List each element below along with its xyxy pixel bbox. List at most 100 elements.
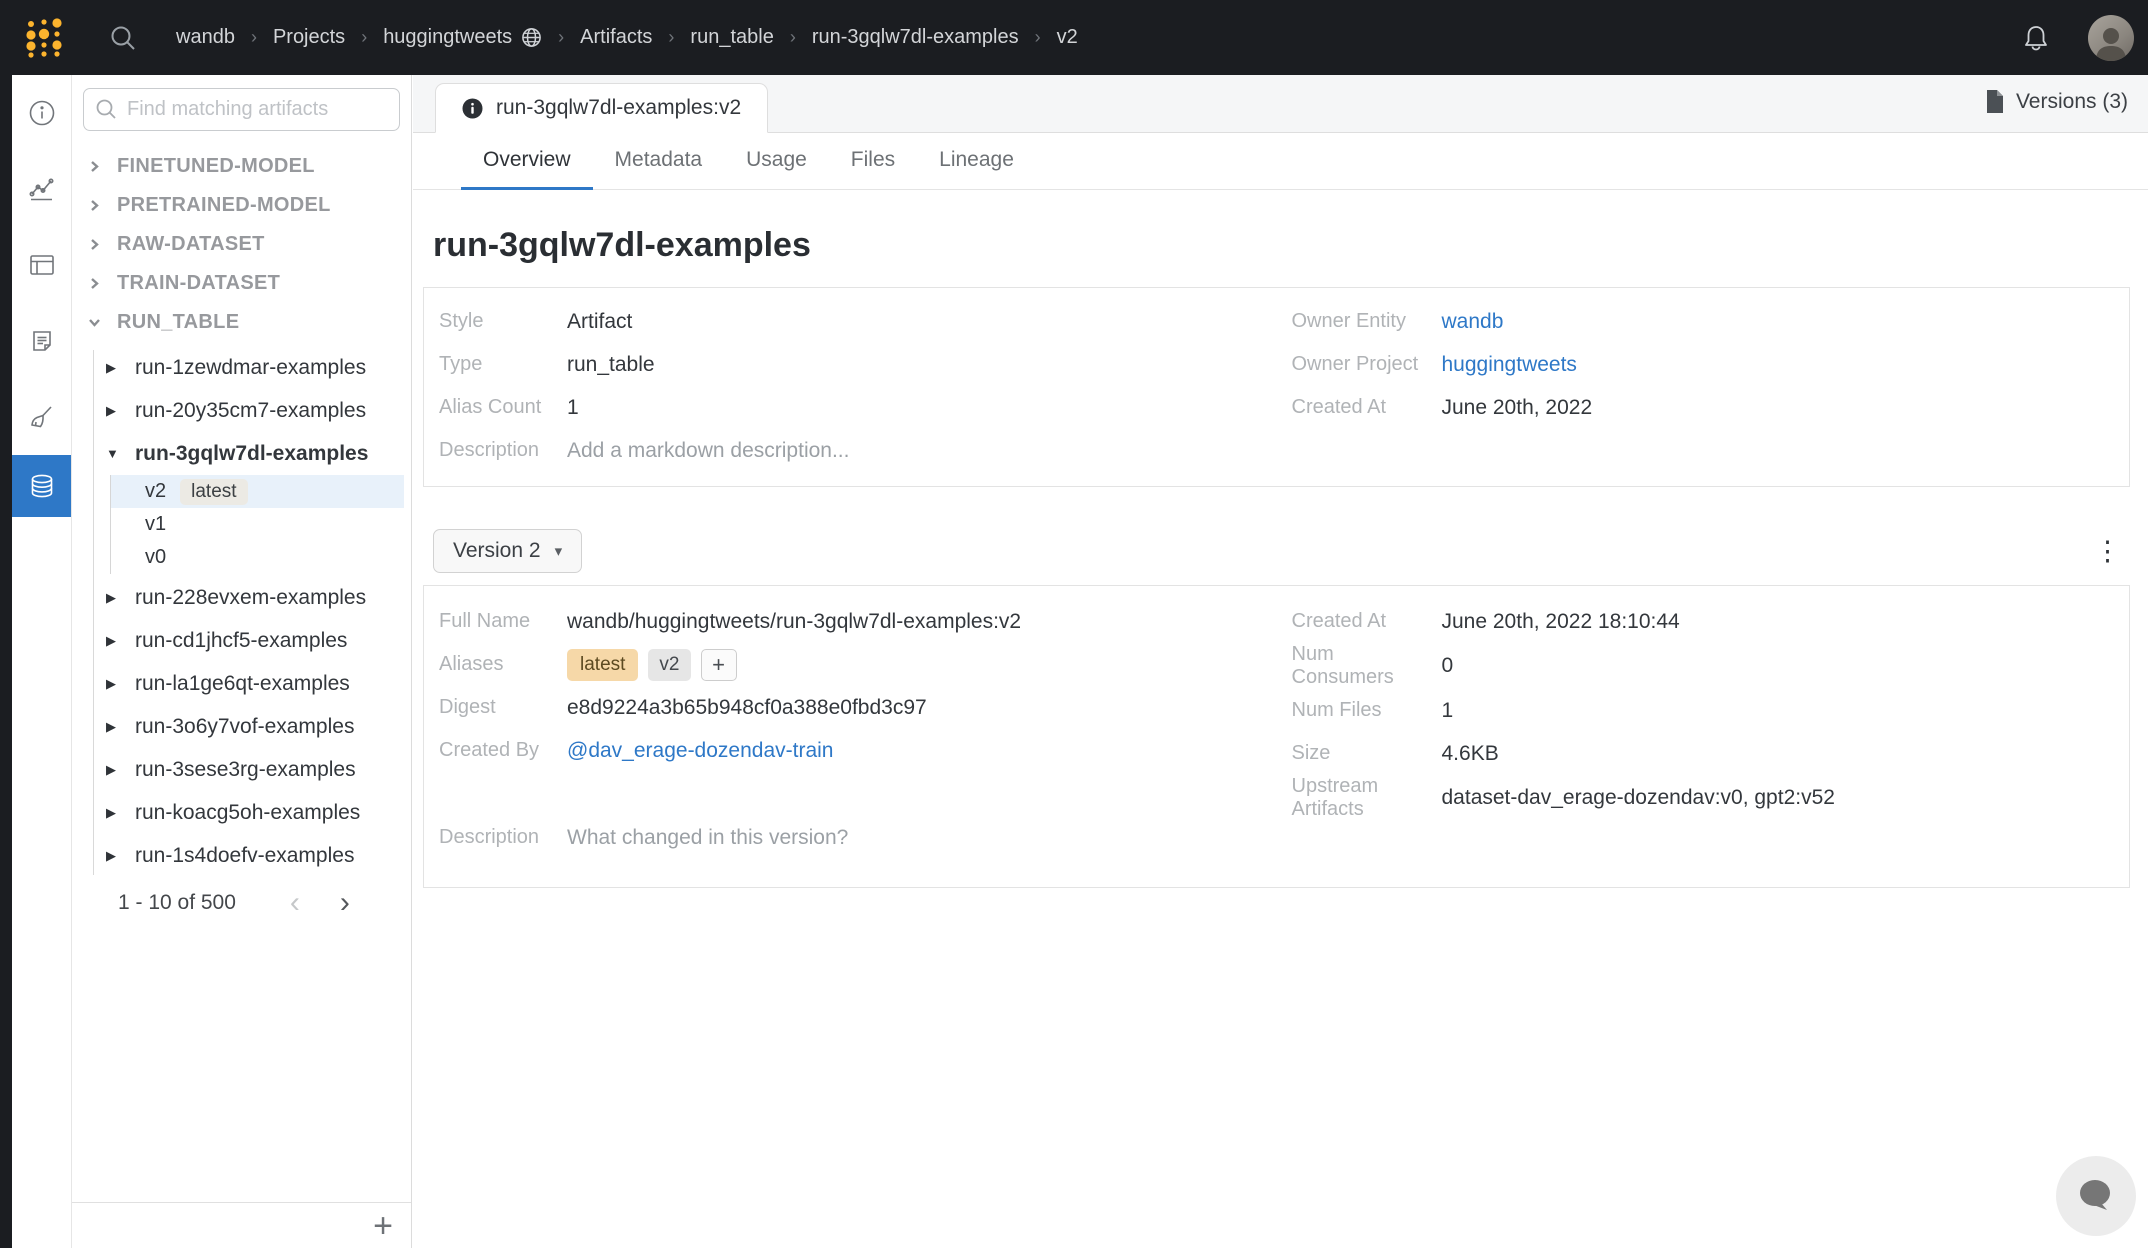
tree-run-3sese3rg[interactable]: ▶ run-3sese3rg-examples <box>72 748 411 791</box>
field-label: Aliases <box>439 653 567 676</box>
category-label: RUN_TABLE <box>117 311 239 334</box>
triangle-right-icon: ▶ <box>106 762 118 778</box>
tree-category-raw-dataset[interactable]: RAW-DATASET <box>72 225 411 264</box>
kebab-menu-icon[interactable]: ⋮ <box>2094 538 2116 564</box>
detail-tabs: Overview Metadata Usage Files Lineage <box>413 133 2148 190</box>
field-value: 1 <box>567 396 579 420</box>
alias-tag-latest[interactable]: latest <box>567 649 638 681</box>
artifact-tree: FINETUNED-MODEL PRETRAINED-MODEL RAW-DAT… <box>72 147 411 915</box>
rail-sweeps-icon[interactable] <box>12 379 71 455</box>
field-size: Size 4.6KB <box>1277 732 2130 775</box>
tab-usage[interactable]: Usage <box>724 133 829 190</box>
field-label: Description <box>439 439 567 462</box>
chevron-right-icon <box>87 159 102 174</box>
run-label: run-20y35cm7-examples <box>135 399 366 423</box>
versions-button[interactable]: Versions (3) <box>1985 89 2128 114</box>
field-value: 4.6KB <box>1442 742 1499 766</box>
breadcrumb-projects[interactable]: Projects <box>273 26 345 49</box>
artifact-browser-panel: FINETUNED-MODEL PRETRAINED-MODEL RAW-DAT… <box>72 75 412 1248</box>
field-num-consumers: Num Consumers 0 <box>1277 643 2130 689</box>
breadcrumb-project-label: huggingtweets <box>383 26 512 49</box>
field-value: June 20th, 2022 18:10:44 <box>1442 610 1680 634</box>
chevron-right-icon <box>87 237 102 252</box>
version-dropdown-button[interactable]: Version 2 ▾ <box>433 529 582 573</box>
tree-category-pretrained-model[interactable]: PRETRAINED-MODEL <box>72 186 411 225</box>
owner-project-link[interactable]: huggingtweets <box>1442 353 1577 377</box>
tree-run-1s4doefv[interactable]: ▶ run-1s4doefv-examples <box>72 834 411 877</box>
overview-content: run-3gqlw7dl-examples Style Artifact Typ… <box>413 226 2148 888</box>
pagination-next-icon[interactable]: › <box>340 893 350 913</box>
rail-charts-icon[interactable] <box>12 151 71 227</box>
tree-run-3o6y7vof[interactable]: ▶ run-3o6y7vof-examples <box>72 705 411 748</box>
field-value: June 20th, 2022 <box>1442 396 1593 420</box>
rail-reports-icon[interactable] <box>12 303 71 379</box>
tree-category-finetuned-model[interactable]: FINETUNED-MODEL <box>72 147 411 186</box>
run-label: run-koacg5oh-examples <box>135 801 360 825</box>
run-label: run-la1ge6qt-examples <box>135 672 350 696</box>
rail-info-icon[interactable] <box>12 75 71 151</box>
field-label: Owner Entity <box>1292 310 1442 333</box>
breadcrumb-artifact-type[interactable]: run_table <box>690 26 773 49</box>
breadcrumb-version[interactable]: v2 <box>1057 26 1078 49</box>
page-title: run-3gqlw7dl-examples <box>433 226 2130 265</box>
search-icon <box>94 97 118 121</box>
field-value: Artifact <box>567 310 632 334</box>
field-label: Created At <box>1292 610 1442 633</box>
tree-run-cd1jhcf5[interactable]: ▶ run-cd1jhcf5-examples <box>72 619 411 662</box>
created-by-link[interactable]: @dav_erage-dozendav-train <box>567 739 833 763</box>
tab-overview[interactable]: Overview <box>461 133 593 190</box>
tree-run-228evxem[interactable]: ▶ run-228evxem-examples <box>72 576 411 619</box>
rail-tables-icon[interactable] <box>12 227 71 303</box>
search-icon[interactable] <box>108 23 138 53</box>
digest-value: e8d9224a3b65b948cf0a388e0fbd3c97 <box>567 696 927 720</box>
add-artifact-button[interactable]: + <box>373 1211 393 1241</box>
breadcrumb-artifacts[interactable]: Artifacts <box>580 26 652 49</box>
tree-category-run-table[interactable]: RUN_TABLE <box>72 303 411 342</box>
breadcrumb: wandb › Projects › huggingtweets › Artif… <box>176 26 1078 49</box>
breadcrumb-project[interactable]: huggingtweets <box>383 26 542 49</box>
pagination-range: 1 - 10 of 500 <box>118 891 236 915</box>
pagination-prev-icon[interactable]: ‹ <box>290 893 300 913</box>
run-label: run-3sese3rg-examples <box>135 758 356 782</box>
panel-footer: + <box>72 1202 411 1248</box>
bell-icon[interactable] <box>2020 22 2052 54</box>
user-avatar[interactable] <box>2088 15 2134 61</box>
artifact-tab-label: run-3gqlw7dl-examples:v2 <box>496 96 741 120</box>
rail-artifacts-database-icon[interactable] <box>12 455 71 517</box>
triangle-down-icon: ▼ <box>106 446 118 461</box>
tab-files[interactable]: Files <box>829 133 917 190</box>
tree-run-la1ge6qt[interactable]: ▶ run-la1ge6qt-examples <box>72 662 411 705</box>
tree-run-20y35cm7[interactable]: ▶ run-20y35cm7-examples <box>72 389 411 432</box>
tree-run-1zewdmar[interactable]: ▶ run-1zewdmar-examples <box>72 346 411 389</box>
version-selector-bar: Version 2 ▾ ⋮ <box>423 529 2130 573</box>
tree-run-koacg5oh[interactable]: ▶ run-koacg5oh-examples <box>72 791 411 834</box>
run-label: run-1s4doefv-examples <box>135 844 354 868</box>
field-alias-count: Alias Count 1 <box>424 386 1277 429</box>
artifact-version-tab[interactable]: run-3gqlw7dl-examples:v2 <box>435 83 768 133</box>
owner-entity-link[interactable]: wandb <box>1442 310 1504 334</box>
version-row-v2[interactable]: v2 latest <box>111 475 404 508</box>
breadcrumb-artifact-name[interactable]: run-3gqlw7dl-examples <box>812 26 1019 49</box>
category-label: RAW-DATASET <box>117 233 265 256</box>
version-description-placeholder[interactable]: What changed in this version? <box>567 826 848 850</box>
version-row-v0[interactable]: v0 <box>111 541 404 574</box>
breadcrumb-entity[interactable]: wandb <box>176 26 235 49</box>
alias-tag-v2[interactable]: v2 <box>648 649 690 681</box>
field-owner-project: Owner Project huggingtweets <box>1277 343 2130 386</box>
latest-tag: latest <box>180 479 247 505</box>
wandb-logo-icon[interactable] <box>22 14 66 62</box>
description-placeholder[interactable]: Add a markdown description... <box>567 439 849 463</box>
tree-run-3gqlw7dl-selected[interactable]: ▼ run-3gqlw7dl-examples <box>72 432 411 475</box>
triangle-right-icon: ▶ <box>106 719 118 735</box>
support-chat-button[interactable] <box>2056 1156 2136 1236</box>
field-version-created-at: Created At June 20th, 2022 18:10:44 <box>1277 600 2130 643</box>
tab-metadata[interactable]: Metadata <box>593 133 725 190</box>
tab-lineage[interactable]: Lineage <box>917 133 1036 190</box>
indent-guide <box>93 350 94 875</box>
add-alias-button[interactable]: + <box>701 649 737 681</box>
find-artifacts-input[interactable] <box>83 88 400 131</box>
tree-category-train-dataset[interactable]: TRAIN-DATASET <box>72 264 411 303</box>
version-row-v1[interactable]: v1 <box>111 508 404 541</box>
run-label: run-3o6y7vof-examples <box>135 715 354 739</box>
chevron-right-icon <box>87 276 102 291</box>
